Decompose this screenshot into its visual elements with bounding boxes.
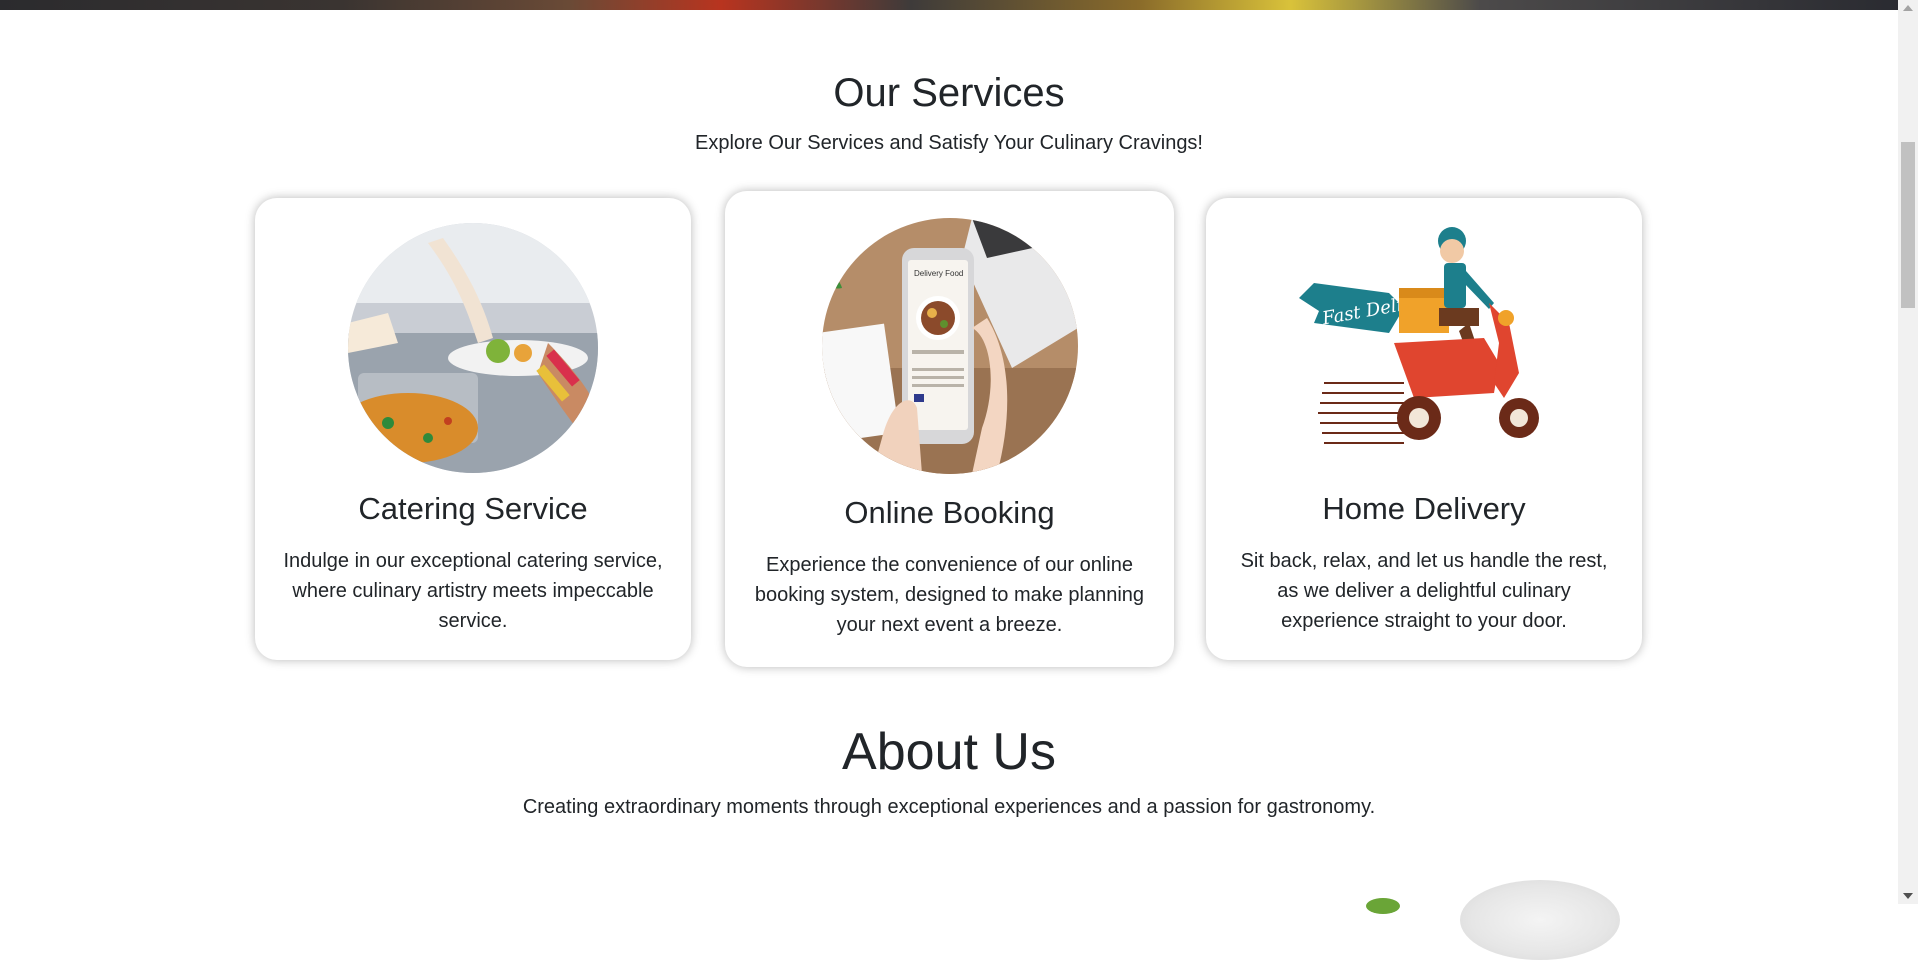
hero-image-strip [0, 0, 1898, 10]
about-title: About Us [842, 723, 1056, 781]
page-scrollbar[interactable] [1898, 0, 1918, 904]
phone-booking-photo: Delivery Food [821, 218, 1078, 474]
services-subtitle: Explore Our Services and Satisfy Your Cu… [694, 132, 1203, 154]
phone-screen-header: Delivery Food [914, 269, 963, 278]
scroll-down-icon[interactable] [1903, 893, 1913, 899]
service-card-catering[interactable]: Catering Service Indulge in our exceptio… [255, 198, 691, 660]
services-title: Our Services [833, 71, 1065, 115]
card-description: Sit back, relax, and let us handle the r… [1240, 550, 1608, 632]
fast-delivery-scooter-illustration: Fast Delivery [1294, 223, 1554, 473]
service-card-home-delivery[interactable]: Fast Delivery Home Delivery Sit back, re… [1206, 198, 1642, 660]
card-description: Experience the convenience of our online… [754, 554, 1145, 636]
card-title: Catering Service [358, 491, 588, 526]
card-description: Indulge in our exceptional catering serv… [283, 550, 663, 632]
service-card-online-booking[interactable]: Delivery Food Online Booking Experience … [725, 191, 1174, 667]
card-title: Home Delivery [1322, 491, 1526, 526]
garnish-image [1366, 898, 1400, 914]
about-subtitle: Creating extraordinary moments through e… [522, 796, 1376, 818]
card-title: Online Booking [844, 495, 1055, 530]
scrollbar-thumb[interactable] [1901, 142, 1915, 308]
catering-photo [348, 223, 598, 473]
scroll-up-icon[interactable] [1903, 5, 1913, 11]
dish-image [1460, 880, 1620, 960]
